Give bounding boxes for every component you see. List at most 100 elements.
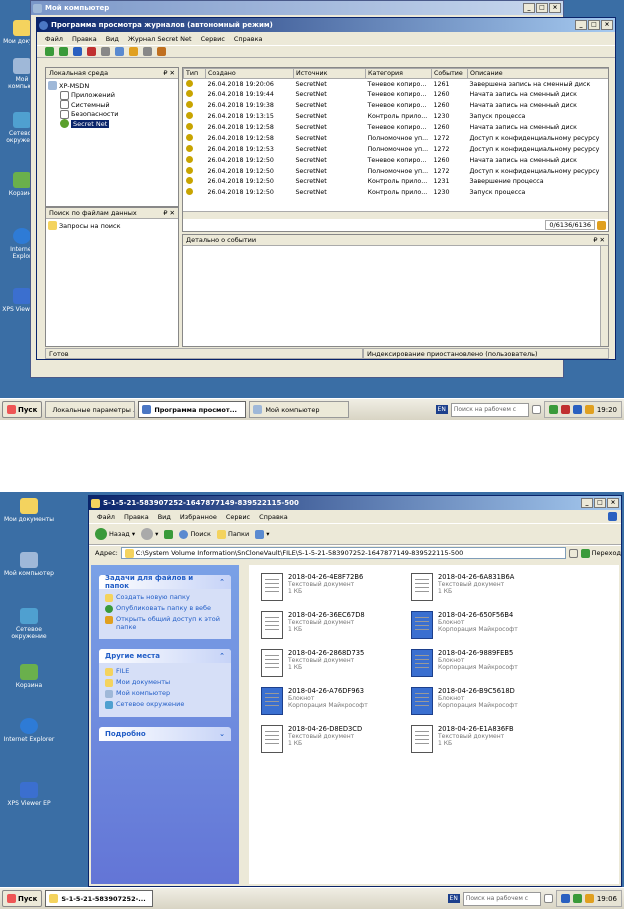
table-row[interactable]: 26.04.2018 19:20:06 SecretNet Теневое копи… <box>184 79 609 90</box>
tray-icon[interactable] <box>584 405 594 414</box>
tray-icon[interactable] <box>572 894 582 903</box>
desktop-icon-documents[interactable]: Мои документы <box>2 498 56 523</box>
expand-icon[interactable]: ⌄ <box>219 730 225 738</box>
tools-icon[interactable] <box>157 47 166 56</box>
desktop-icon-my-computer[interactable]: Мой компьютер <box>2 552 56 577</box>
file-item[interactable]: 2018-04-26-B9C5618D Блокнот Корпорация Май… <box>411 687 561 719</box>
forward-button[interactable]: ▾ <box>141 528 158 540</box>
menu-service[interactable]: Сервис <box>201 35 225 43</box>
maximize-button[interactable]: □ <box>588 20 600 30</box>
table-row[interactable]: 26.04.2018 19:12:50 SecretNet Теневое копи… <box>184 155 609 166</box>
file-item[interactable]: 2018-04-26-E1A836FB Текстовый документ 1 К… <box>411 725 561 757</box>
collapse-icon[interactable]: ⌃ <box>219 578 225 586</box>
vertical-scrollbar[interactable] <box>600 246 608 346</box>
table-row[interactable]: 26.04.2018 19:12:58 SecretNet Полномочное … <box>184 133 609 144</box>
horizontal-scrollbar[interactable] <box>183 211 608 219</box>
menu-favorites[interactable]: Избранное <box>180 513 217 521</box>
menu-help[interactable]: Справка <box>259 513 288 521</box>
collapse-icon[interactable]: ⌃ <box>219 652 225 660</box>
pane-pin-close[interactable]: ₽ ✕ <box>163 69 175 77</box>
place-my-computer[interactable]: Мой компьютер <box>105 689 225 698</box>
place-my-documents[interactable]: Мои документы <box>105 678 225 687</box>
column-header[interactable]: Создано <box>205 68 294 79</box>
tree-node-host[interactable]: XP-MSDN <box>48 81 176 91</box>
start-button[interactable]: Пуск <box>2 890 43 907</box>
maximize-button[interactable]: □ <box>536 3 548 13</box>
menu-help[interactable]: Справка <box>234 35 263 43</box>
desktop-icon-xps[interactable]: XPS Viewer EP <box>2 782 56 807</box>
tray-icon[interactable] <box>584 894 594 903</box>
file-item[interactable]: 2018-04-26-9889FEB5 Блокнот Корпорация Май… <box>411 649 561 681</box>
tree-node-apps[interactable]: Приложений <box>48 90 176 101</box>
close-button[interactable]: × <box>549 3 561 13</box>
explorer-titlebar[interactable]: S-1-5-21-583907252-1647877149-839522115-… <box>89 496 621 510</box>
minimize-button[interactable]: _ <box>523 3 535 13</box>
close-button[interactable]: × <box>607 498 619 508</box>
log-viewer-titlebar[interactable]: Программа просмотра журналов (автономный… <box>37 18 615 32</box>
place-file[interactable]: FILE <box>105 667 225 676</box>
desktop-search-input[interactable]: Поиск на рабочем с <box>450 402 529 417</box>
my-computer-titlebar[interactable]: Мой компьютер _ □ × <box>31 1 563 15</box>
table-row[interactable]: 26.04.2018 19:12:50 SecretNet Полномочное … <box>184 166 609 177</box>
refresh-icon[interactable] <box>73 47 82 56</box>
menu-edit[interactable]: Правка <box>124 513 149 521</box>
maximize-button[interactable]: □ <box>594 498 606 508</box>
up-folder-icon[interactable] <box>164 529 174 539</box>
go-button[interactable]: Переход <box>580 548 621 558</box>
tray-icon[interactable] <box>560 894 570 903</box>
back-arrow-icon[interactable] <box>45 47 54 56</box>
column-header[interactable]: Тип <box>183 68 206 79</box>
menu-file[interactable]: Файл <box>97 513 115 521</box>
file-item[interactable]: 2018-04-26-650F56B4 Блокнот Корпорация Май… <box>411 611 561 643</box>
menu-service[interactable]: Сервис <box>226 513 250 521</box>
address-dropdown-icon[interactable] <box>568 548 578 558</box>
table-row[interactable]: 26.04.2018 19:12:50 SecretNet Контроль при… <box>184 187 609 198</box>
taskbar-explorer[interactable]: S-1-5-21-583907252-... <box>45 890 154 907</box>
tray-icon[interactable] <box>572 405 582 414</box>
column-header[interactable]: Источник <box>293 68 366 79</box>
minimize-button[interactable]: _ <box>575 20 587 30</box>
filter-icon[interactable] <box>129 47 138 56</box>
place-network[interactable]: Сетевое окружение <box>105 700 225 709</box>
tray-icon[interactable] <box>548 405 558 414</box>
file-item[interactable]: 2018-04-26-D8ED3CD Текстовый документ 1 КБ <box>261 725 411 757</box>
pane-pin-close[interactable]: ₽ ✕ <box>593 236 605 244</box>
file-item[interactable]: 2018-04-26-2868D735 Текстовый документ 1 К… <box>261 649 411 681</box>
task-share-folder[interactable]: Открыть общий доступ к этой папке <box>105 615 225 631</box>
tree-node-secretnet[interactable]: Secret Net <box>48 119 176 129</box>
menu-view[interactable]: Вид <box>158 513 171 521</box>
search-button[interactable]: Поиск <box>179 529 211 539</box>
file-item[interactable]: 2018-04-26-A76DF963 Блокнот Корпорация Май… <box>261 687 411 719</box>
back-button[interactable]: Назад ▾ <box>95 528 135 540</box>
taskbar-local-params[interactable]: Локальные параметры ... <box>45 401 136 418</box>
menu-edit[interactable]: Правка <box>72 35 97 43</box>
tray-icon[interactable] <box>560 405 570 414</box>
table-row[interactable]: 26.04.2018 19:12:50 SecretNet Контроль при… <box>184 177 609 188</box>
desktop-icon-ie[interactable]: Internet Explorer <box>2 718 56 743</box>
close-button[interactable]: × <box>601 20 613 30</box>
menu-file[interactable]: Файл <box>45 35 63 43</box>
desktop-search-input[interactable]: Поиск на рабочем с <box>462 891 541 906</box>
options-icon[interactable] <box>115 47 124 56</box>
views-button[interactable]: ▾ <box>255 529 269 539</box>
menu-secretnet-log[interactable]: Журнал Secret Net <box>128 35 192 43</box>
table-row[interactable]: 26.04.2018 19:12:58 SecretNet Теневое копи… <box>184 122 609 133</box>
file-item[interactable]: 2018-04-26-6A831B6A Текстовый документ 1 К… <box>411 573 561 605</box>
folders-button[interactable]: Папки <box>216 529 249 539</box>
stop-icon[interactable] <box>87 47 96 56</box>
column-header[interactable]: Событие <box>431 68 468 79</box>
tree-node-system[interactable]: Системный <box>48 100 176 110</box>
search-icon[interactable] <box>101 47 110 56</box>
file-item[interactable]: 2018-04-26-36EC67D8 Текстовый документ 1 К… <box>261 611 411 643</box>
table-row[interactable]: 26.04.2018 19:12:53 SecretNet Полномочное … <box>184 144 609 155</box>
desktop-icon-network[interactable]: Сетевое окружение <box>2 608 56 640</box>
table-row[interactable]: 26.04.2018 19:19:38 SecretNet Теневое копи… <box>184 100 609 111</box>
column-header[interactable]: Категория <box>365 68 432 79</box>
task-publish-web[interactable]: Опубликовать папку в вебе <box>105 604 225 613</box>
taskbar-my-computer[interactable]: Мой компьютер <box>249 401 350 418</box>
search-queries-item[interactable]: Запросы на поиск <box>48 221 176 231</box>
pane-pin-close[interactable]: ₽ ✕ <box>163 209 175 217</box>
column-header[interactable]: Описание <box>467 68 608 79</box>
filter-icon[interactable] <box>597 220 606 230</box>
minimize-button[interactable]: _ <box>581 498 593 508</box>
